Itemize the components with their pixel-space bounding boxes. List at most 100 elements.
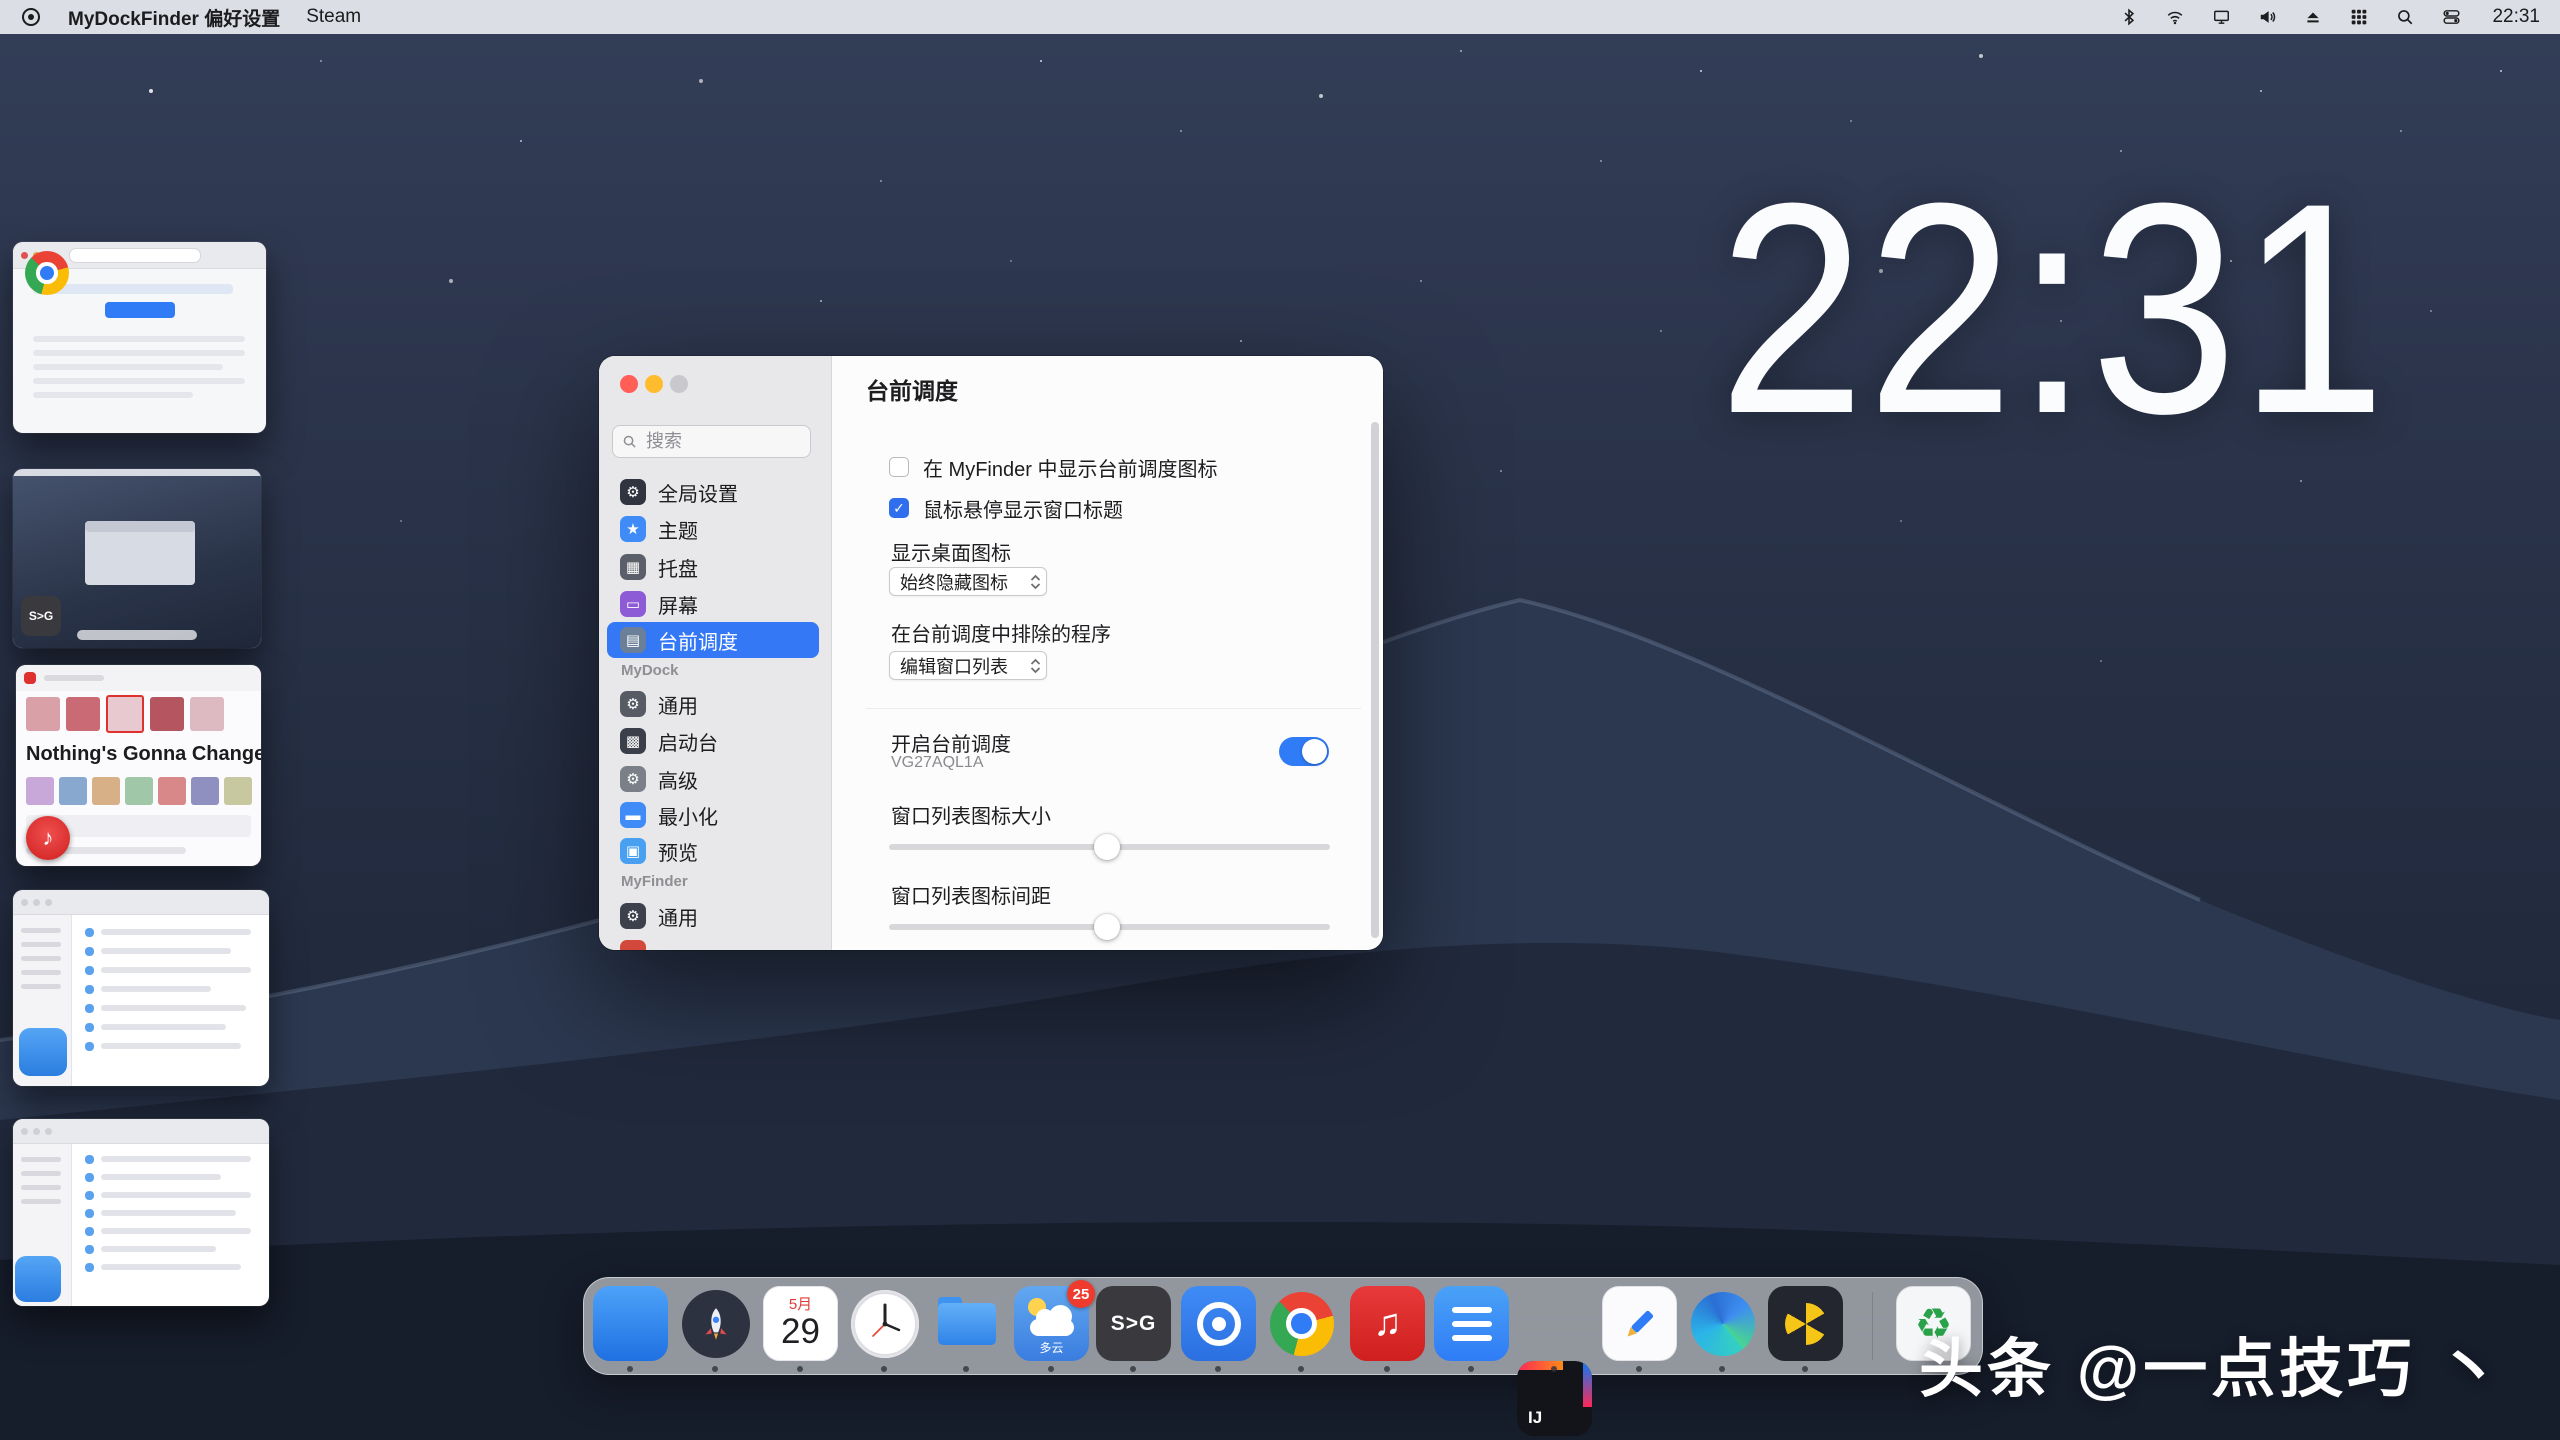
display-icon[interactable] (2210, 6, 2232, 28)
screen-icon: ▭ (620, 591, 646, 617)
pencil-icon (1618, 1302, 1662, 1346)
icon-size-label: 窗口列表图标大小 (891, 800, 1051, 829)
dock-sg-icon[interactable]: S>G (1096, 1286, 1171, 1361)
slider-thumb[interactable] (1094, 914, 1120, 940)
sidebar-item-screen[interactable]: ▭ 屏幕 (607, 586, 819, 622)
sidebar-item-theme[interactable]: ★ 主题 (607, 511, 819, 547)
exclude-apps-dropdown[interactable]: 编辑窗口列表 (889, 651, 1047, 680)
clipped-icon (620, 940, 646, 950)
dock-chrome-icon[interactable] (1264, 1286, 1339, 1361)
wifi-icon[interactable] (2164, 6, 2186, 28)
dock-clock-icon[interactable] (847, 1286, 922, 1361)
sidebar-section-mydock: MyDock (621, 662, 679, 679)
dock-finder-icon[interactable] (593, 1286, 668, 1361)
edge-icon (1691, 1292, 1755, 1356)
stage-thumbnail-files-1[interactable] (13, 890, 269, 1086)
dock-notes-icon[interactable] (1434, 1286, 1509, 1361)
slider-thumb[interactable] (1094, 834, 1120, 860)
control-center-icon[interactable] (2440, 6, 2462, 28)
minimize-icon: ▬ (620, 802, 646, 828)
pinwheel-icon (1785, 1303, 1827, 1345)
advanced-gear-icon: ⚙ (620, 766, 646, 792)
icon-size-slider[interactable] (889, 844, 1330, 850)
menubar-item-steam[interactable]: Steam (306, 6, 361, 28)
chrome-icon (1270, 1292, 1334, 1356)
search-input[interactable] (644, 430, 801, 453)
stage-toggle[interactable] (1279, 737, 1329, 766)
mydockfinder-logo-icon[interactable] (20, 6, 42, 28)
dock-netease-music-icon[interactable]: ♫ (1350, 1286, 1425, 1361)
search-field[interactable] (612, 425, 811, 458)
dock: 5月 29 25 多云 S>G ♫ IJ ♻ (583, 1277, 1983, 1375)
sidebar-item-stage-manager[interactable]: ▤ 台前调度 (607, 622, 819, 658)
menubar-app-name[interactable]: MyDockFinder 偏好设置 (68, 4, 280, 31)
desktop-clock: 22:31 (1719, 158, 2388, 458)
sidebar-item-preview[interactable]: ▣ 预览 (607, 833, 819, 869)
ring-icon (1197, 1302, 1241, 1346)
settings-content: 台前调度 在 MyFinder 中显示台前调度图标 鼠标悬停显示窗口标题 显示桌… (833, 356, 1383, 950)
sidebar-item-tray[interactable]: ▦ 托盘 (607, 549, 819, 585)
dock-edge-icon[interactable] (1685, 1286, 1760, 1361)
stepper-icon (1029, 573, 1042, 591)
close-button[interactable] (620, 375, 638, 393)
desktop-icons-dropdown[interactable]: 始终隐藏图标 (889, 567, 1047, 596)
sidebar-item-clipped[interactable] (607, 935, 819, 950)
dock-pinwheel-icon[interactable] (1768, 1286, 1843, 1361)
thumb-music-caption: Nothing's Gonna Change My L... (26, 743, 261, 766)
checkbox-label: 在 MyFinder 中显示台前调度图标 (923, 453, 1217, 482)
stage-toggle-label: 开启台前调度 (891, 728, 1011, 757)
launchpad-icon: ▩ (620, 728, 646, 754)
theme-icon: ★ (620, 516, 646, 542)
folder-badge-icon (15, 1256, 61, 1302)
sidebar-item-advanced[interactable]: ⚙ 高级 (607, 761, 819, 797)
stage-manager-icon: ▤ (620, 627, 646, 653)
cloud-icon (1030, 1319, 1074, 1336)
stage-thumbnail-browser[interactable] (13, 242, 266, 433)
dock-idea-icon[interactable]: IJ (1517, 1361, 1592, 1436)
dock-folder-icon[interactable] (929, 1286, 1004, 1361)
notification-badge: 25 (1067, 1280, 1095, 1308)
stage-thumbnail-desktop[interactable]: S>G (13, 469, 261, 648)
chrome-badge-icon (25, 251, 69, 295)
thumb-files2-toolbar (13, 1119, 269, 1144)
checkbox-hover-title[interactable] (889, 498, 909, 518)
sidebar-item-launchpad[interactable]: ▩ 启动台 (607, 723, 819, 759)
bluetooth-icon[interactable] (2118, 6, 2140, 28)
dock-launchpad-icon[interactable] (678, 1286, 753, 1361)
sidebar-item-global-settings[interactable]: ⚙ 全局设置 (607, 474, 819, 510)
desktop-icons-label: 显示桌面图标 (891, 537, 1011, 566)
netease-badge-icon: ♪ (26, 816, 70, 860)
folder-badge-icon (19, 1028, 67, 1076)
thumb-files1-toolbar (13, 890, 269, 915)
sidebar-item-minimize[interactable]: ▬ 最小化 (607, 797, 819, 833)
settings-sidebar: ⚙ 全局设置 ★ 主题 ▦ 托盘 ▭ 屏幕 ▤ 台前调度 MyDock ⚙ 通用… (599, 356, 832, 950)
dock-weather-icon[interactable]: 25 多云 (1014, 1286, 1089, 1361)
exclude-apps-label: 在台前调度中排除的程序 (891, 618, 1111, 647)
dock-editor-icon[interactable] (1602, 1286, 1677, 1361)
icon-gap-label: 窗口列表图标间距 (891, 880, 1051, 909)
stage-thumbnail-music[interactable]: Nothing's Gonna Change My L... ♪ (16, 665, 261, 866)
stage-toggle-device: VG27AQL1A (891, 754, 984, 772)
global-settings-icon: ⚙ (620, 479, 646, 505)
icon-gap-slider[interactable] (889, 924, 1330, 930)
zoom-button (670, 375, 688, 393)
divider (866, 708, 1361, 709)
stepper-icon (1029, 657, 1042, 675)
search-icon[interactable] (2394, 6, 2416, 28)
checkbox-show-in-myfinder[interactable] (889, 457, 909, 477)
sidebar-item-myfinder-general[interactable]: ⚙ 通用 (607, 898, 819, 934)
eject-icon[interactable] (2302, 6, 2324, 28)
sg-badge-icon: S>G (21, 596, 61, 636)
search-icon (622, 434, 637, 449)
gear-icon: ⚙ (620, 691, 646, 717)
grid-icon[interactable] (2348, 6, 2370, 28)
minimize-button[interactable] (645, 375, 663, 393)
preview-icon: ▣ (620, 838, 646, 864)
volume-icon[interactable] (2256, 6, 2278, 28)
scrollbar[interactable] (1371, 422, 1379, 938)
stage-thumbnail-files-2[interactable] (13, 1119, 269, 1306)
sidebar-item-mydock-general[interactable]: ⚙ 通用 (607, 686, 819, 722)
dock-screen-share-icon[interactable] (1181, 1286, 1256, 1361)
checkbox-label: 鼠标悬停显示窗口标题 (923, 494, 1123, 523)
dock-calendar-icon[interactable]: 5月 29 (763, 1286, 838, 1361)
